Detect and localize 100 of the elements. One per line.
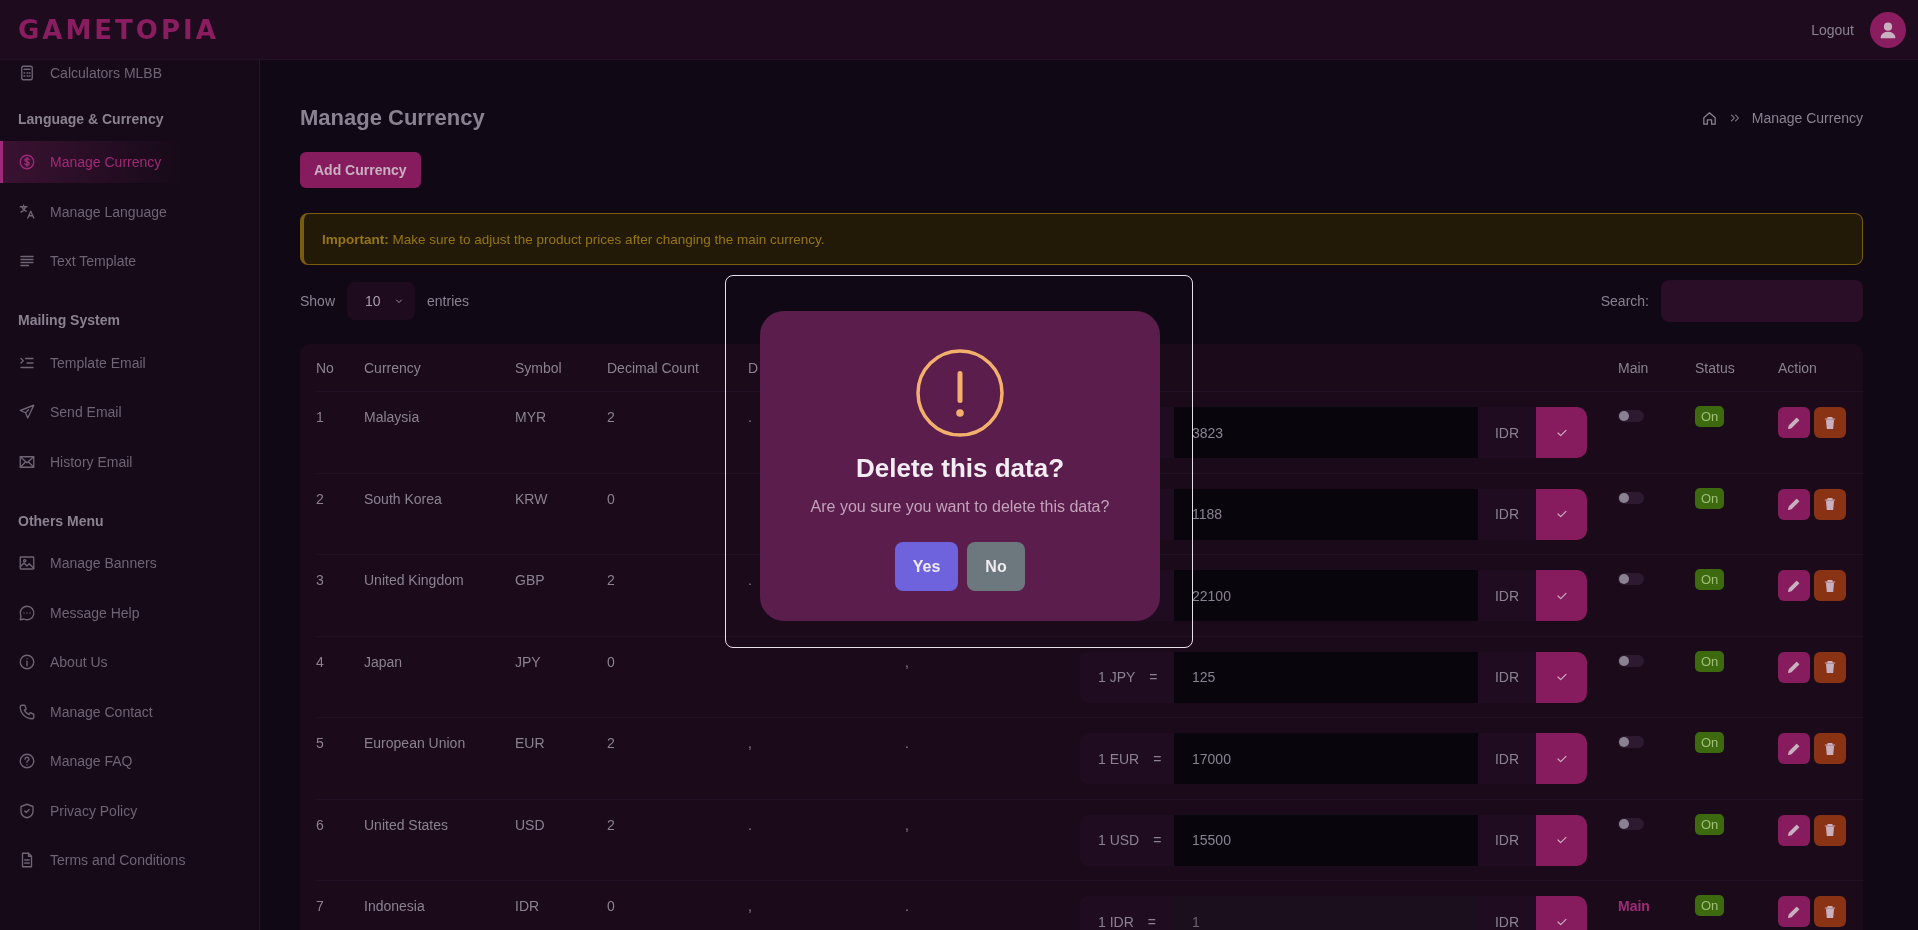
- edit-button[interactable]: [1778, 814, 1810, 846]
- table-cell-text: 7: [316, 897, 325, 915]
- yes-button[interactable]: Yes: [895, 542, 958, 591]
- search-field[interactable]: [1661, 280, 1863, 322]
- trash-icon: [1822, 577, 1838, 594]
- edit-button[interactable]: [1778, 733, 1810, 764]
- table-cell-text: 2: [607, 815, 616, 834]
- no-button[interactable]: No: [967, 542, 1025, 591]
- sidebar-item[interactable]: Privacy Policy: [0, 786, 259, 836]
- sidebar-item[interactable]: Template Email: [0, 338, 259, 388]
- delete-button[interactable]: [1814, 733, 1846, 764]
- table-cell-text: 4: [316, 652, 325, 671]
- sidebar-item[interactable]: About Us: [0, 637, 259, 687]
- sidebar-item[interactable]: Message Help: [0, 588, 259, 638]
- sidebar-item[interactable]: Manage Language: [0, 187, 259, 237]
- sidebar-item[interactable]: Manage FAQ: [0, 736, 259, 786]
- table-cell-text: ,: [748, 734, 753, 752]
- trash-icon: [1822, 740, 1838, 757]
- delete-button[interactable]: [1814, 570, 1846, 601]
- table-cell-text: 0: [607, 897, 616, 915]
- pencil-icon: [1786, 822, 1802, 838]
- table-cell-text: Malaysia: [364, 408, 421, 426]
- sidebar-item[interactable]: Terms and Conditions: [0, 835, 259, 885]
- edit-button[interactable]: [1778, 407, 1810, 438]
- delete-button[interactable]: [1814, 407, 1846, 438]
- rate-field[interactable]: 3823: [1174, 407, 1478, 458]
- pencil-icon: [1786, 659, 1802, 675]
- sidebar-item[interactable]: Calculators MLBB: [0, 60, 259, 85]
- column-header: Status: [1695, 359, 1736, 376]
- shield-check-icon: [18, 801, 36, 820]
- rate-prefix: 1 EUR =: [1080, 733, 1174, 784]
- status-badge[interactable]: On: [1695, 406, 1725, 427]
- avatar-button[interactable]: [1870, 11, 1906, 48]
- rate-field[interactable]: 1188: [1174, 488, 1478, 540]
- table-cell-text: 5: [316, 734, 325, 752]
- rate-field[interactable]: 22100: [1174, 570, 1478, 621]
- table-cell-text: MYR: [515, 408, 548, 426]
- column-header: D: [748, 359, 760, 376]
- table-cell-text: .: [905, 734, 910, 752]
- sidebar-item[interactable]: Manage Contact: [0, 687, 259, 737]
- dialog-title: Delete this data?: [855, 453, 1065, 484]
- alert-message: Important: Make sure to adjust the product prices after changing the main currency.: [300, 213, 1863, 265]
- table-cell-text: IDR: [515, 897, 541, 915]
- main-toggle[interactable]: [1618, 817, 1644, 830]
- status-badge[interactable]: On: [1695, 487, 1725, 509]
- status-badge[interactable]: On: [1695, 732, 1725, 753]
- sidebar-item[interactable]: Send Email: [0, 387, 259, 437]
- rate-field[interactable]: 15500: [1174, 814, 1478, 866]
- logout-link[interactable]: Logout: [1811, 21, 1854, 38]
- delete-button[interactable]: [1814, 651, 1846, 683]
- main-toggle[interactable]: [1618, 654, 1644, 667]
- sidebar-heading: Others Menu: [17, 511, 105, 531]
- sidebar-item[interactable]: History Email: [0, 437, 259, 487]
- dollar-circle-icon: [18, 153, 36, 171]
- delete-button[interactable]: [1814, 814, 1846, 846]
- table-cell-text: 2: [607, 408, 616, 426]
- column-header: Currency: [364, 359, 422, 376]
- rate-prefix: 1 JPY =: [1080, 651, 1174, 703]
- table-cell-text: 2: [607, 734, 616, 752]
- translate-icon: [18, 202, 36, 221]
- delete-button[interactable]: [1814, 488, 1846, 520]
- status-badge[interactable]: On: [1695, 650, 1725, 672]
- logo[interactable]: GAMETOPIA: [18, 14, 219, 45]
- breadcrumb-item: Manage Currency: [1751, 110, 1863, 126]
- edit-button[interactable]: [1778, 488, 1810, 520]
- table-cell-text: 0: [607, 652, 616, 671]
- main-toggle[interactable]: [1618, 736, 1644, 748]
- pencil-icon: [1786, 496, 1802, 512]
- send-icon: [18, 403, 36, 422]
- unit-label: IDR: [1478, 896, 1536, 930]
- edit-button[interactable]: [1778, 896, 1810, 927]
- sidebar-heading: Mailing System: [17, 311, 121, 330]
- rate-field[interactable]: 17000: [1174, 733, 1478, 784]
- delete-button[interactable]: [1814, 896, 1846, 927]
- calculator-icon: [18, 63, 36, 82]
- status-badge[interactable]: On: [1695, 813, 1725, 835]
- table-cell-text: GBP: [515, 571, 546, 589]
- sidebar-item[interactable]: Manage Banners: [0, 538, 259, 588]
- column-header: Decimal Count: [607, 359, 700, 376]
- table-cell-text: Indonesia: [364, 897, 426, 915]
- dialog-message: Are you sure you want to delete this data?: [810, 498, 1110, 516]
- trash-icon: [1822, 414, 1838, 431]
- page-title: Manage Currency: [300, 105, 485, 131]
- column-header: No: [316, 359, 335, 376]
- image-icon: [18, 554, 36, 573]
- status-badge[interactable]: On: [1695, 895, 1725, 916]
- main-toggle[interactable]: [1618, 491, 1644, 504]
- rate-field[interactable]: 125: [1174, 651, 1478, 703]
- add-currency-button[interactable]: Add Currency: [300, 152, 421, 188]
- edit-button[interactable]: [1778, 570, 1810, 601]
- search-label: Search:: [1600, 293, 1649, 309]
- info-icon: [18, 653, 36, 672]
- status-badge[interactable]: On: [1695, 569, 1725, 590]
- edit-button[interactable]: [1778, 651, 1810, 683]
- main-toggle[interactable]: [1618, 410, 1644, 422]
- column-header: Main: [1618, 359, 1650, 376]
- table-cell-text: .: [748, 815, 753, 834]
- entries-select[interactable]: 10: [347, 282, 416, 320]
- main-toggle[interactable]: [1618, 573, 1644, 585]
- sidebar-item[interactable]: Text Template: [0, 236, 259, 286]
